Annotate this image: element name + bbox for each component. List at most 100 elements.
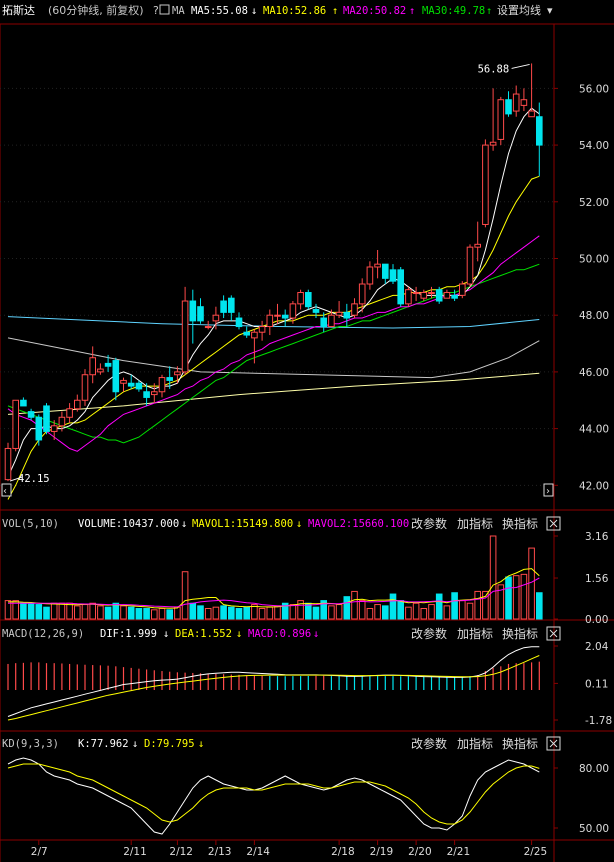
candle bbox=[12, 399, 19, 452]
volume-bar bbox=[166, 609, 173, 620]
ma20-value: MA20:50.82 bbox=[343, 5, 406, 17]
volume-panel: VOL(5,10) VOLUME:10437.000 ↓ MAVOL1:1514… bbox=[0, 516, 614, 626]
volume-bar bbox=[143, 607, 150, 620]
ma30-arrow-up-icon: ↑ bbox=[486, 5, 492, 17]
candle bbox=[528, 63, 535, 118]
candle bbox=[297, 289, 304, 310]
volume-bar bbox=[197, 605, 204, 620]
candle bbox=[474, 221, 481, 262]
kd-indicator-name: KD(9,3,3) bbox=[2, 738, 59, 750]
macd-add-indicator-button[interactable]: 加指标 bbox=[457, 626, 493, 641]
vol-add-indicator-button[interactable]: 加指标 bbox=[457, 516, 493, 531]
volume-bar bbox=[443, 605, 451, 620]
scroll-left-button[interactable]: ‹ bbox=[1, 483, 12, 497]
low-price-label: 42.15 bbox=[18, 473, 50, 485]
dif-arrow-down-icon: ↓ bbox=[163, 628, 169, 640]
k-line bbox=[7, 757, 540, 835]
date-tick-label: 2/14 bbox=[246, 846, 270, 858]
candle bbox=[127, 374, 135, 389]
volume-bar bbox=[74, 605, 81, 620]
volume-bar bbox=[20, 602, 27, 620]
candle bbox=[489, 88, 497, 151]
mavol1-arrow-down-icon: ↓ bbox=[296, 518, 302, 530]
volume-bar bbox=[459, 600, 466, 620]
date-tick-label: 2/18 bbox=[331, 846, 355, 858]
kd-swap-indicator-button[interactable]: 换指标 bbox=[502, 736, 538, 751]
volume-bar bbox=[97, 605, 104, 620]
candle bbox=[197, 298, 204, 324]
volume-value: VOLUME:10437.000 bbox=[78, 518, 179, 530]
candle bbox=[181, 286, 189, 375]
k-value: K:77.962 bbox=[78, 738, 129, 750]
ma30-value: MA30:49.78 bbox=[422, 5, 485, 17]
mavol1-value: MAVOL1:15149.800 bbox=[192, 518, 293, 530]
k-arrow-down-icon: ↓ bbox=[132, 738, 138, 750]
volume-bar bbox=[258, 607, 266, 620]
ma10-line bbox=[7, 175, 540, 500]
date-tick-label: 2/25 bbox=[524, 846, 548, 858]
kd-add-indicator-button[interactable]: 加指标 bbox=[457, 736, 493, 751]
d-arrow-down-icon: ↓ bbox=[198, 738, 204, 750]
volume-bar bbox=[536, 592, 543, 620]
candle bbox=[220, 295, 227, 319]
volume-bar bbox=[66, 602, 73, 620]
macd-panel: MACD(12,26,9) DIF:1.999 ↓ DEA:1.552 ↓ MA… bbox=[0, 626, 614, 732]
candle bbox=[435, 286, 443, 304]
candle bbox=[35, 414, 43, 446]
volume-bar bbox=[43, 606, 50, 620]
ma10-value: MA10:52.86 bbox=[263, 5, 326, 17]
help-icon[interactable]: ? bbox=[153, 4, 159, 17]
candle bbox=[189, 289, 197, 344]
macd-swap-indicator-button[interactable]: 换指标 bbox=[502, 626, 538, 641]
volume-bar bbox=[235, 607, 243, 620]
volume-bar bbox=[212, 606, 220, 620]
candle bbox=[97, 363, 104, 375]
volume-bar bbox=[428, 604, 435, 620]
date-tick-label: 2/21 bbox=[447, 846, 471, 858]
kd-panel: KD(9,3,3) K:77.962 ↓ D:79.795 ↓ 改参数 加指标 … bbox=[0, 736, 614, 841]
volume-bar bbox=[312, 606, 320, 620]
candle bbox=[305, 289, 312, 310]
date-tick-label: 2/7 bbox=[31, 846, 48, 858]
candle bbox=[4, 442, 12, 482]
volume-bar bbox=[351, 590, 358, 620]
vol-indicator-name: VOL(5,10) bbox=[2, 518, 59, 530]
mavol2-value: MAVOL2:15660.100 bbox=[308, 518, 409, 530]
d-line bbox=[7, 763, 540, 825]
kd-change-params-button[interactable]: 改参数 bbox=[411, 736, 447, 751]
volume-bar bbox=[151, 609, 158, 620]
ma-settings-button[interactable]: 设置均线 bbox=[497, 3, 541, 17]
volume-bar bbox=[104, 606, 112, 620]
macd-change-params-button[interactable]: 改参数 bbox=[411, 626, 447, 641]
candle bbox=[266, 309, 274, 336]
candle bbox=[43, 403, 50, 435]
vol-change-params-button[interactable]: 改参数 bbox=[411, 516, 447, 531]
ma5-arrow-down-icon: ↓ bbox=[251, 5, 257, 17]
dea-arrow-down-icon: ↓ bbox=[236, 628, 242, 640]
candle bbox=[258, 320, 266, 341]
volume-bar bbox=[120, 605, 127, 620]
volume-bar bbox=[35, 604, 43, 620]
candle bbox=[112, 357, 120, 401]
macd-value: MACD:0.896 bbox=[248, 628, 311, 640]
scroll-right-button[interactable]: › bbox=[543, 483, 554, 497]
ma-label: MA bbox=[172, 5, 185, 17]
stock-title: 拓斯达 bbox=[2, 3, 35, 17]
volume-arrow-down-icon: ↓ bbox=[181, 518, 187, 530]
vol-swap-indicator-button[interactable]: 换指标 bbox=[502, 516, 538, 531]
chevron-down-icon[interactable]: ▾ bbox=[547, 4, 553, 17]
volume-bar bbox=[158, 607, 166, 620]
candle bbox=[512, 85, 520, 117]
chevron-right-icon: › bbox=[546, 486, 550, 497]
candle bbox=[343, 303, 351, 327]
checkbox-icon[interactable] bbox=[159, 4, 170, 15]
candle bbox=[20, 397, 27, 407]
candle bbox=[66, 403, 73, 423]
high-marker-arrow bbox=[511, 63, 530, 69]
volume-bar bbox=[358, 600, 366, 620]
price-tick-label: 50.00 bbox=[579, 253, 609, 265]
date-tick-label: 2/20 bbox=[408, 846, 432, 858]
price-tick-label: 42.00 bbox=[579, 480, 609, 492]
volume-bar bbox=[451, 592, 458, 620]
price-tick-label: 48.00 bbox=[579, 310, 609, 322]
